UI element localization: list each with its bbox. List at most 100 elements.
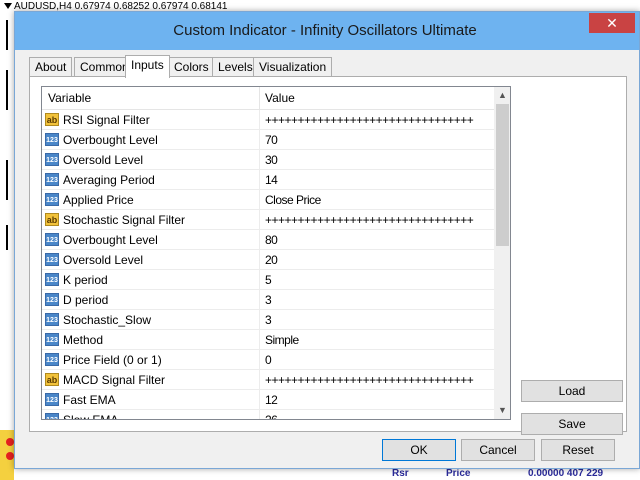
variable-value[interactable]: Simple (265, 333, 299, 347)
string-type-icon: ab (45, 113, 59, 126)
column-header-variable[interactable]: Variable (48, 91, 91, 105)
tab-about[interactable]: About (29, 57, 73, 77)
table-row[interactable]: 123 Applied Price Close Price (42, 190, 494, 210)
variable-name: Method (63, 333, 104, 347)
variable-value[interactable]: ++++++++++++++++++++++++++++++++ (265, 113, 474, 127)
candle (6, 225, 8, 250)
table-row[interactable]: 123 D period 3 (42, 290, 494, 310)
cell-divider (259, 370, 260, 390)
cell-divider (259, 190, 260, 210)
number-type-icon: 123 (45, 253, 59, 266)
variable-value[interactable]: 12 (265, 393, 278, 407)
grid-header: Variable Value (42, 87, 494, 110)
load-button[interactable]: Load (521, 380, 623, 402)
scroll-down-icon[interactable]: ▼ (494, 402, 510, 419)
cell-divider (259, 270, 260, 290)
tab-levels[interactable]: Levels (212, 57, 259, 77)
variable-value[interactable]: 30 (265, 153, 278, 167)
ok-button[interactable]: OK (382, 439, 456, 461)
chart-bottom-label: Price (446, 468, 471, 479)
reset-button[interactable]: Reset (541, 439, 615, 461)
variable-name: MACD Signal Filter (63, 373, 166, 387)
table-row[interactable]: ab RSI Signal Filter +++++++++++++++++++++… (42, 110, 494, 130)
cancel-button[interactable]: Cancel (461, 439, 535, 461)
number-type-icon: 123 (45, 313, 59, 326)
cell-divider (259, 290, 260, 310)
tab-visualization[interactable]: Visualization (253, 57, 333, 77)
column-divider[interactable] (259, 87, 260, 110)
cell-divider (259, 410, 260, 419)
variable-name: Slow EMA (63, 413, 119, 420)
save-button[interactable]: Save (521, 413, 623, 435)
variable-name: Stochastic Signal Filter (63, 213, 186, 227)
cell-divider (259, 130, 260, 150)
scrollbar-thumb[interactable] (496, 104, 509, 246)
variable-name: Fast EMA (63, 393, 116, 407)
table-row[interactable]: 123 Fast EMA 12 (42, 390, 494, 410)
scroll-up-icon[interactable]: ▲ (494, 87, 510, 104)
table-row[interactable]: 123 Overbought Level 70 (42, 130, 494, 150)
variable-name: Overbought Level (63, 133, 158, 147)
variable-name: Overbought Level (63, 233, 158, 247)
variable-name: Oversold Level (63, 253, 144, 267)
cell-divider (259, 330, 260, 350)
table-row[interactable]: ab MACD Signal Filter ++++++++++++++++++++… (42, 370, 494, 390)
variable-value[interactable]: Close Price (265, 193, 321, 207)
chart-bottom-label: Rsr (392, 468, 409, 479)
variable-value[interactable]: 5 (265, 273, 272, 287)
variable-value[interactable]: 20 (265, 253, 278, 267)
number-type-icon: 123 (45, 353, 59, 366)
table-row[interactable]: 123 Overbought Level 80 (42, 230, 494, 250)
candle (6, 20, 8, 50)
table-row[interactable]: 123 Stochastic_Slow 3 (42, 310, 494, 330)
number-type-icon: 123 (45, 293, 59, 306)
number-type-icon: 123 (45, 413, 59, 419)
variable-name: Price Field (0 or 1) (63, 353, 162, 367)
cell-divider (259, 350, 260, 370)
tab-colors[interactable]: Colors (168, 57, 215, 77)
table-row[interactable]: 123 Slow EMA 26 (42, 410, 494, 420)
variable-value[interactable]: ++++++++++++++++++++++++++++++++ (265, 373, 474, 387)
variable-name: Stochastic_Slow (63, 313, 152, 327)
variable-value[interactable]: 3 (265, 313, 272, 327)
table-row[interactable]: 123 Oversold Level 20 (42, 250, 494, 270)
variable-name: RSI Signal Filter (63, 113, 150, 127)
variable-value[interactable]: 0 (265, 353, 272, 367)
variable-name: Averaging Period (63, 173, 155, 187)
cell-divider (259, 110, 260, 130)
table-row[interactable]: 123 Oversold Level 30 (42, 150, 494, 170)
string-type-icon: ab (45, 373, 59, 386)
dropdown-arrow-icon (4, 3, 12, 9)
table-row[interactable]: ab Stochastic Signal Filter ++++++++++++++… (42, 210, 494, 230)
grid-rows: ab RSI Signal Filter +++++++++++++++++++++… (42, 110, 494, 420)
number-type-icon: 123 (45, 153, 59, 166)
variable-value[interactable]: 26 (265, 413, 278, 419)
column-header-value[interactable]: Value (265, 91, 295, 105)
number-type-icon: 123 (45, 393, 59, 406)
candle (6, 70, 8, 110)
cell-divider (259, 230, 260, 250)
dialog-title: Custom Indicator - Infinity Oscillators … (173, 22, 477, 39)
string-type-icon: ab (45, 213, 59, 226)
number-type-icon: 123 (45, 233, 59, 246)
variable-value[interactable]: 3 (265, 293, 272, 307)
table-row[interactable]: 123 Method Simple (42, 330, 494, 350)
variable-value[interactable]: 14 (265, 173, 278, 187)
cell-divider (259, 250, 260, 270)
table-row[interactable]: 123 Price Field (0 or 1) 0 (42, 350, 494, 370)
cell-divider (259, 150, 260, 170)
close-button[interactable]: ✕ (589, 13, 635, 33)
number-type-icon: 123 (45, 193, 59, 206)
table-row[interactable]: 123 K period 5 (42, 270, 494, 290)
tab-inputs[interactable]: Inputs (125, 55, 170, 78)
table-row[interactable]: 123 Averaging Period 14 (42, 170, 494, 190)
vertical-scrollbar[interactable]: ▲ ▼ (494, 87, 510, 419)
chart-bottom-label: 0.00000 407 229 (528, 468, 604, 479)
variable-value[interactable]: 80 (265, 233, 278, 247)
candle (6, 160, 8, 200)
title-bar[interactable]: Custom Indicator - Infinity Oscillators … (15, 12, 639, 50)
variable-value[interactable]: ++++++++++++++++++++++++++++++++ (265, 213, 474, 227)
variable-value[interactable]: 70 (265, 133, 278, 147)
cell-divider (259, 210, 260, 230)
cell-divider (259, 390, 260, 410)
